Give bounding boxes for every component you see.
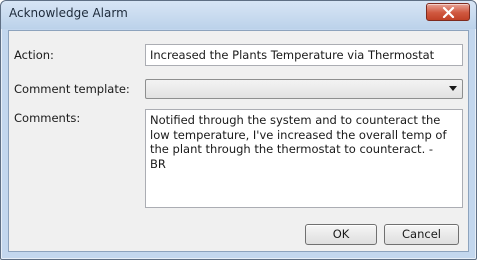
action-field[interactable]: Increased the Plants Temperature via The… bbox=[145, 44, 463, 66]
action-label: Action: bbox=[14, 48, 54, 62]
comments-value: Notified through the system and to count… bbox=[150, 113, 447, 171]
action-value: Increased the Plants Temperature via The… bbox=[150, 48, 435, 62]
dialog-content: Action: Increased the Plants Temperature… bbox=[8, 30, 469, 252]
comments-label: Comments: bbox=[14, 111, 81, 125]
cancel-button[interactable]: Cancel bbox=[384, 224, 459, 245]
title-bar[interactable]: Acknowledge Alarm bbox=[1, 1, 476, 29]
close-icon bbox=[442, 7, 455, 18]
comments-textarea[interactable]: Notified through the system and to count… bbox=[145, 109, 463, 208]
ok-button[interactable]: OK bbox=[305, 224, 377, 245]
dialog-window: Acknowledge Alarm Action: Increased the … bbox=[0, 0, 477, 260]
comment-template-dropdown[interactable] bbox=[145, 79, 463, 99]
comment-template-label: Comment template: bbox=[14, 82, 130, 96]
chevron-down-icon bbox=[449, 86, 457, 91]
close-button[interactable] bbox=[426, 3, 470, 21]
window-title: Acknowledge Alarm bbox=[9, 6, 128, 20]
